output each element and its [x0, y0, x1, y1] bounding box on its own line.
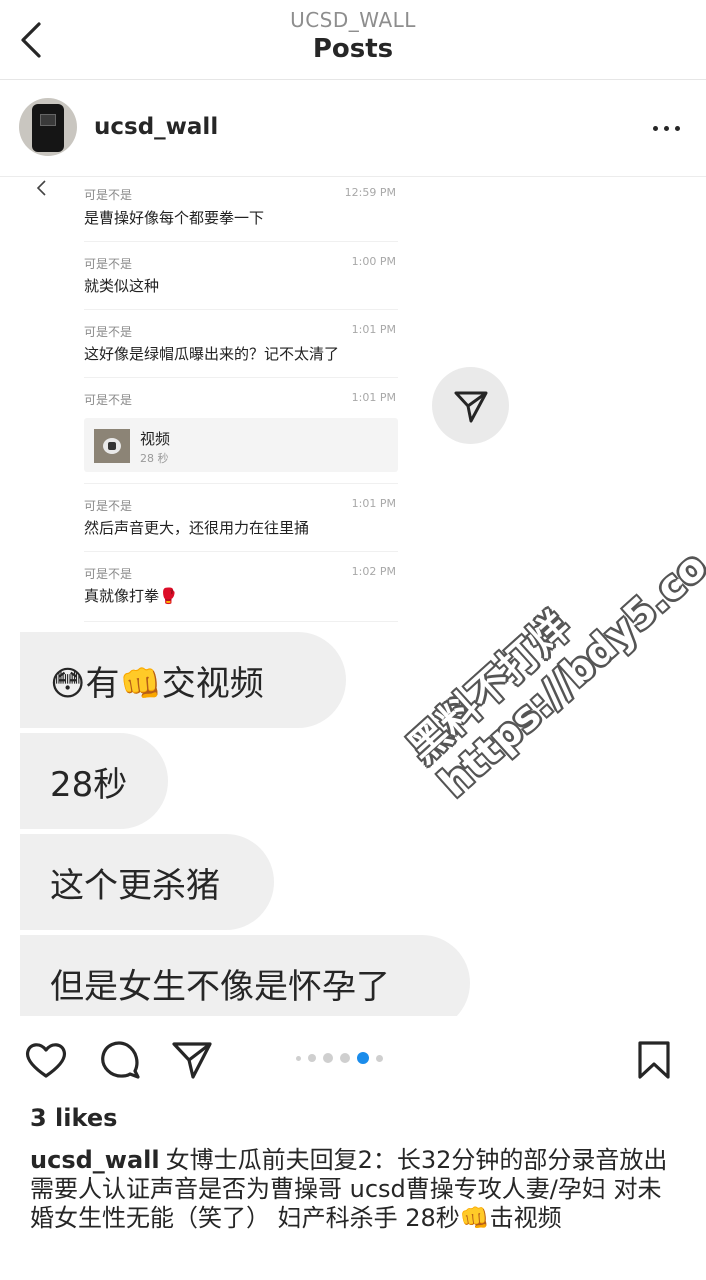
more-dot-icon — [663, 125, 669, 131]
carousel-dot — [308, 1054, 316, 1062]
chat-text: 是曹操好像每个都要拳一下 — [84, 209, 265, 227]
chat-time: 12:59 PM — [344, 186, 396, 199]
message-bubble: 28秒 — [20, 733, 168, 829]
chat-sender: 可是不是 — [84, 257, 133, 271]
chat-message: 可是不是 12:59 PM 是曹操好像每个都要拳一下 — [84, 184, 398, 242]
chat-sender: 可是不是 — [84, 567, 133, 581]
chat-time: 1:01 PM — [351, 497, 396, 510]
like-button[interactable] — [22, 1036, 70, 1084]
watermark: 黑料不打烊 https://bdy5.co — [400, 524, 706, 806]
share-overlay-button[interactable] — [432, 367, 509, 444]
chat-text: 就类似这种 — [84, 277, 160, 295]
action-bar — [0, 1018, 706, 1098]
avatar[interactable] — [19, 98, 77, 156]
more-dot-icon — [674, 125, 680, 131]
message-bubble: 😳有👊交视频 — [20, 632, 346, 728]
video-duration: 28 秒 — [140, 452, 169, 465]
page-title: Posts — [312, 34, 394, 64]
chat-time: 1:02 PM — [351, 565, 396, 578]
message-bubble: 但是女生不像是怀孕了 — [20, 935, 470, 1016]
chat-text: 真就像打拳🥊 — [84, 587, 178, 605]
carousel-indicator — [296, 1051, 383, 1065]
save-button[interactable] — [630, 1036, 678, 1084]
post-header: ucsd_wall — [0, 80, 706, 177]
video-thumbnail — [94, 429, 130, 463]
author-username[interactable]: ucsd_wall — [94, 114, 218, 140]
chat-message: 可是不是 1:02 PM 真就像打拳🥊 — [84, 552, 398, 622]
top-bar: UCSD_WALL Posts — [0, 0, 706, 80]
chat-message: 可是不是 1:00 PM 就类似这种 — [84, 242, 398, 310]
heart-icon — [25, 1043, 67, 1078]
carousel-dot — [323, 1053, 333, 1063]
chat-sender: 可是不是 — [84, 325, 133, 339]
carousel-dot — [340, 1053, 350, 1063]
comment-button[interactable] — [96, 1036, 144, 1084]
carousel-dot — [296, 1055, 301, 1061]
chat-back-icon — [36, 180, 46, 196]
bookmark-icon — [638, 1041, 670, 1079]
chat-sender: 可是不是 — [84, 188, 133, 202]
video-title: 视频 — [140, 430, 171, 448]
chat-text: 这好像是绿帽瓜曝出来的？记不太清了 — [84, 345, 340, 363]
chat-sender: 可是不是 — [84, 499, 133, 513]
more-dot-icon — [652, 125, 658, 131]
chat-message: 可是不是 1:01 PM 视频 28 秒 — [84, 378, 398, 484]
chat-text: 然后声音更大，还很用力在往里捅 — [84, 519, 310, 537]
video-attachment[interactable]: 视频 28 秒 — [84, 418, 398, 472]
carousel-dot-active — [357, 1052, 369, 1064]
more-options-button[interactable] — [646, 116, 686, 140]
chat-time: 1:01 PM — [351, 391, 396, 404]
likes-count[interactable]: 3 likes — [30, 1104, 117, 1132]
comment-icon — [101, 1041, 140, 1079]
header-subtitle: UCSD_WALL — [290, 8, 416, 32]
chat-sender: 可是不是 — [84, 393, 133, 407]
chat-message: 可是不是 1:01 PM 这好像是绿帽瓜曝出来的？记不太清了 — [84, 310, 398, 378]
chat-message: 可是不是 1:01 PM 然后声音更大，还很用力在往里捅 — [84, 484, 398, 552]
chat-time: 1:01 PM — [351, 323, 396, 336]
post-media[interactable]: 可是不是 12:59 PM 是曹操好像每个都要拳一下 可是不是 1:00 PM … — [0, 178, 706, 1016]
caption-username[interactable]: ucsd_wall — [30, 1146, 160, 1174]
share-button[interactable] — [168, 1036, 216, 1084]
message-bubble: 这个更杀猪 — [20, 834, 274, 930]
chat-time: 1:00 PM — [351, 255, 396, 268]
carousel-dot — [376, 1054, 383, 1062]
send-icon — [454, 391, 487, 422]
send-icon — [172, 1042, 212, 1079]
chat-screenshot: 可是不是 12:59 PM 是曹操好像每个都要拳一下 可是不是 1:00 PM … — [84, 184, 398, 622]
post-caption: ucsd_wall 女博士瓜前夫回复2：长32分钟的部分录音放出 需要人认证声音是… — [30, 1146, 685, 1233]
